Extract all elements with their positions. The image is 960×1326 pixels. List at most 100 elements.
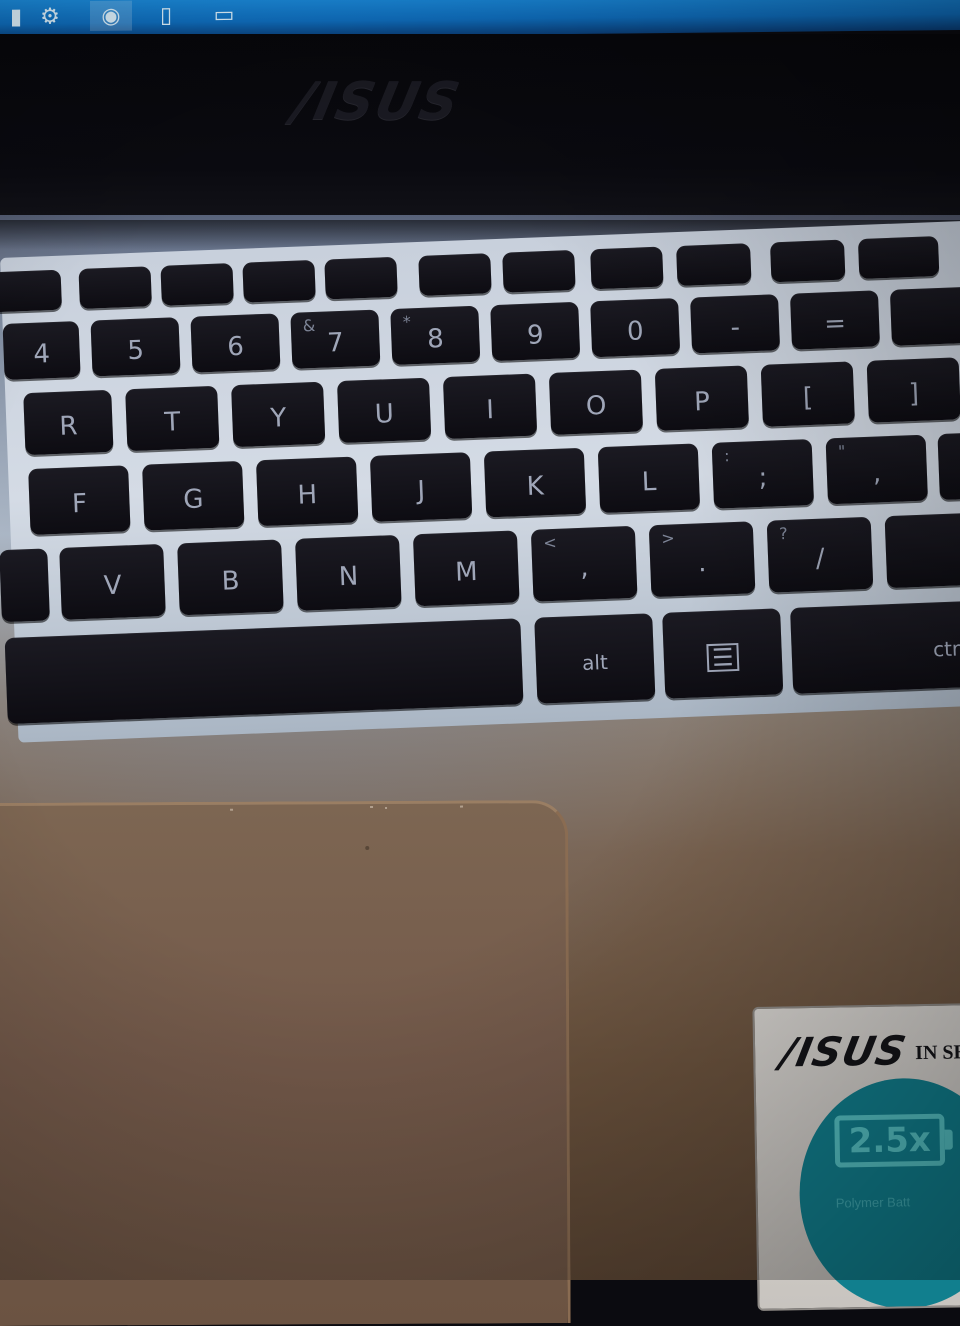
key-v[interactable]: V bbox=[59, 543, 166, 620]
key-legend: K bbox=[526, 471, 545, 502]
key-legend: R bbox=[58, 411, 79, 442]
screen-bezel bbox=[0, 34, 960, 224]
dust-speck bbox=[230, 808, 234, 811]
window-icon[interactable]: ▭ bbox=[208, 0, 240, 30]
key-legend: I bbox=[485, 395, 495, 426]
function-key[interactable] bbox=[160, 263, 234, 306]
key-shift-legend: " bbox=[837, 441, 846, 461]
function-key[interactable] bbox=[769, 239, 846, 283]
key-period[interactable]: >. bbox=[648, 521, 756, 598]
key-legend: M bbox=[454, 556, 479, 588]
key-7[interactable]: & 7 bbox=[290, 309, 381, 369]
key-j[interactable]: J bbox=[369, 452, 473, 522]
key-8[interactable]: * 8 bbox=[390, 305, 481, 366]
key-legend: N bbox=[338, 561, 359, 593]
key-6[interactable]: 6 bbox=[190, 313, 281, 373]
key-shift-legend: * bbox=[402, 312, 412, 332]
key-enter[interactable] bbox=[937, 431, 960, 501]
key-o[interactable]: O bbox=[548, 369, 644, 435]
key-ctrl[interactable]: ctrl bbox=[790, 599, 960, 694]
function-key[interactable] bbox=[676, 243, 752, 287]
window-glyph: ▭ bbox=[213, 2, 235, 28]
function-key[interactable] bbox=[78, 266, 152, 309]
key-left-bracket[interactable]: [ bbox=[760, 361, 855, 427]
dust-speck bbox=[460, 805, 464, 808]
key-legend: T bbox=[163, 407, 181, 438]
dust-speck bbox=[385, 806, 388, 809]
key-legend: [ bbox=[802, 382, 814, 414]
key-legend: J bbox=[416, 475, 426, 507]
key-legend: 9 bbox=[526, 320, 545, 351]
sticker-logo: /ISUS bbox=[776, 1028, 911, 1077]
key-legend: , bbox=[579, 552, 590, 583]
battery-sticker: /ISUS IN SE 2.5x Polymer Batt bbox=[752, 1003, 960, 1311]
function-key[interactable] bbox=[502, 249, 576, 293]
key-t[interactable]: T bbox=[125, 385, 220, 452]
key-k[interactable]: K bbox=[483, 447, 587, 518]
keyboard: 4 5 6 & 7 * 8 9 0 - = R T Y U I O P [ ] F … bbox=[0, 220, 960, 743]
sticker-caption: Polymer Batt bbox=[835, 1194, 911, 1211]
key-5[interactable]: 5 bbox=[90, 317, 181, 377]
key-l[interactable]: L bbox=[597, 443, 701, 514]
function-key[interactable] bbox=[857, 235, 940, 280]
key-u[interactable]: U bbox=[336, 377, 432, 444]
spacebar[interactable] bbox=[4, 618, 524, 725]
key-slash[interactable]: ? / bbox=[766, 516, 874, 593]
key-legend: P bbox=[693, 386, 711, 418]
key-equals[interactable]: = bbox=[789, 290, 881, 350]
battery-icon: 2.5x bbox=[834, 1113, 946, 1168]
document-glyph: ▯ bbox=[159, 2, 173, 28]
key-0[interactable]: 0 bbox=[590, 298, 681, 358]
key-comma[interactable]: <, bbox=[530, 525, 638, 602]
key-m[interactable]: M bbox=[412, 530, 520, 607]
bezel-logo: /ISUS bbox=[287, 72, 467, 132]
key-legend: = bbox=[823, 308, 847, 340]
settings-gear-icon[interactable]: ⚙ bbox=[34, 1, 66, 31]
key-semicolon[interactable]: :; bbox=[711, 438, 815, 509]
key-legend: H bbox=[296, 480, 318, 511]
media-player-glyph: ◉ bbox=[101, 3, 121, 29]
key-9[interactable]: 9 bbox=[490, 301, 581, 362]
function-key[interactable] bbox=[324, 256, 398, 300]
key-legend: L bbox=[641, 466, 657, 498]
key-shift-left[interactable] bbox=[0, 548, 50, 623]
key-b[interactable]: B bbox=[177, 539, 284, 616]
key-legend: alt bbox=[581, 649, 609, 675]
function-key[interactable] bbox=[242, 259, 316, 303]
key-i[interactable]: I bbox=[442, 373, 538, 440]
key-legend: 6 bbox=[226, 331, 245, 363]
key-h[interactable]: H bbox=[255, 456, 359, 527]
touchpad[interactable] bbox=[0, 800, 571, 1326]
key-legend: ; bbox=[758, 462, 768, 494]
key-shift-right[interactable] bbox=[884, 512, 960, 589]
sticker-tagline: IN SE bbox=[915, 1041, 960, 1065]
key-shift-legend: ? bbox=[778, 523, 789, 544]
key-shift-legend: > bbox=[660, 528, 676, 548]
media-player-icon[interactable]: ◉ bbox=[90, 0, 132, 32]
key-p[interactable]: P bbox=[654, 365, 750, 431]
app-icon[interactable]: ▮ bbox=[0, 2, 32, 32]
key-g[interactable]: G bbox=[142, 460, 245, 531]
key-legend: 0 bbox=[626, 316, 645, 347]
function-key[interactable] bbox=[590, 246, 664, 290]
function-key[interactable] bbox=[418, 253, 492, 296]
key-r[interactable]: R bbox=[23, 389, 114, 456]
app-icon-glyph: ▮ bbox=[9, 4, 23, 30]
key-legend: . bbox=[697, 548, 707, 579]
key-legend: ctrl bbox=[932, 636, 960, 662]
key-legend: V bbox=[103, 570, 123, 602]
key-alt[interactable]: alt bbox=[534, 613, 656, 704]
key-menu[interactable]: ☰ bbox=[662, 608, 784, 699]
key-quote[interactable]: ", bbox=[825, 434, 928, 505]
key-legend: U bbox=[374, 399, 395, 430]
laptop-photo: ▮ ⚙ ◉ ▯ ▭ /ISUS 4 5 6 & 7 * 8 9 0 - = R T bbox=[0, 0, 960, 1326]
document-icon[interactable]: ▯ bbox=[150, 0, 182, 30]
key-minus[interactable]: - bbox=[690, 294, 781, 354]
key-y[interactable]: Y bbox=[231, 381, 326, 448]
function-key[interactable] bbox=[0, 269, 63, 313]
key-n[interactable]: N bbox=[294, 534, 402, 611]
key-f[interactable]: F bbox=[28, 465, 131, 536]
key-right-bracket[interactable]: ] bbox=[866, 357, 960, 423]
key-4[interactable]: 4 bbox=[2, 321, 81, 380]
key-backspace[interactable] bbox=[889, 286, 960, 346]
